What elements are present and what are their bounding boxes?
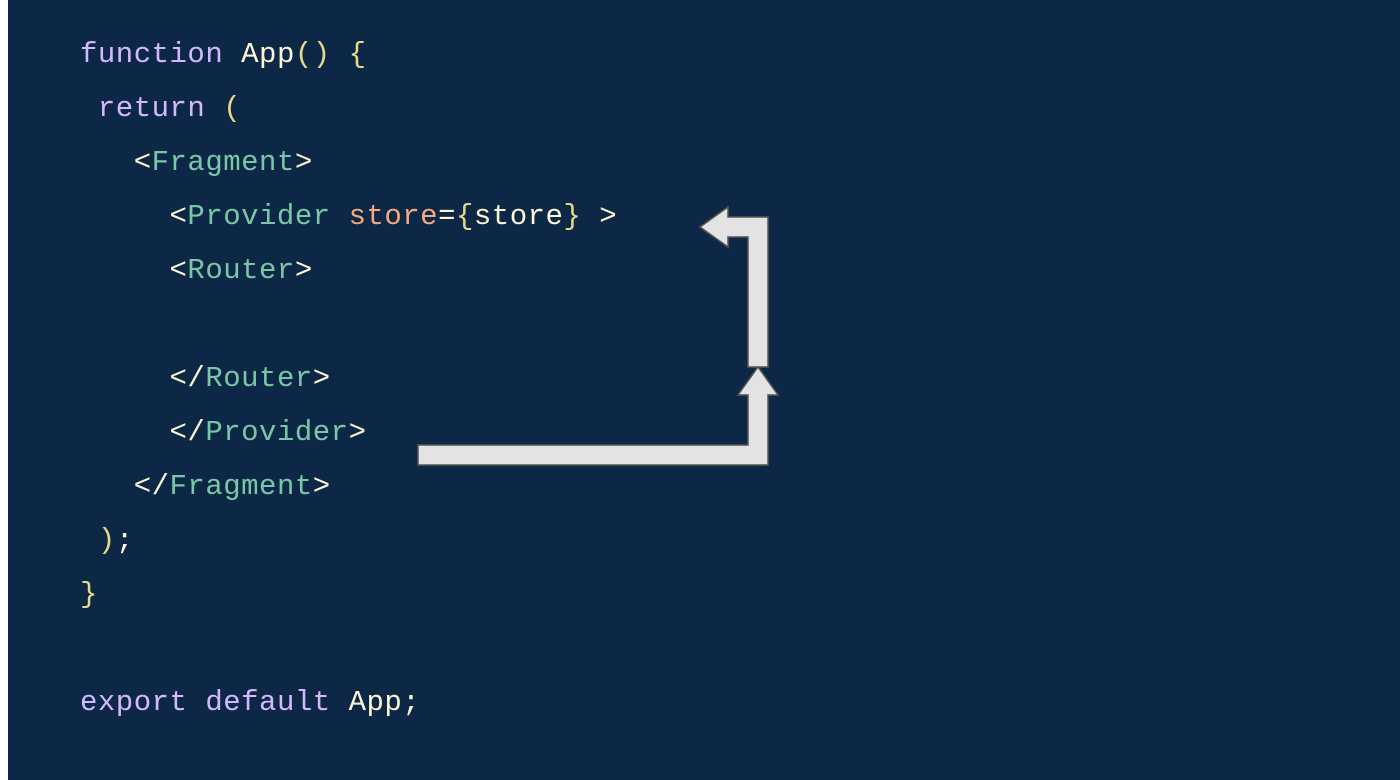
equals: = — [438, 200, 456, 233]
tag-open-bracket: < — [134, 146, 152, 179]
blank-line — [80, 622, 1400, 676]
code-line-9: </Fragment> — [80, 460, 1400, 514]
tag-open-bracket: < — [170, 254, 188, 287]
export-name: App — [349, 686, 403, 719]
code-editor: function App() { return ( <Fragment> <Pr… — [8, 0, 1400, 780]
parens: () — [295, 38, 331, 71]
tag-fragment-close: Fragment — [170, 470, 313, 503]
brace-close: } — [80, 578, 98, 611]
tag-close-bracket: > — [295, 146, 313, 179]
attr-store: store — [349, 200, 439, 233]
paren-close: ) — [98, 524, 116, 557]
code-line-10: ); — [80, 514, 1400, 568]
tag-close-bracket: > — [581, 200, 617, 233]
code-line-1: function App() { — [80, 28, 1400, 82]
tag-provider: Provider — [187, 200, 330, 233]
tag-close-bracket: > — [295, 254, 313, 287]
code-line-8: </Provider> — [80, 406, 1400, 460]
code-line-2: return ( — [80, 82, 1400, 136]
attr-value: store — [474, 200, 564, 233]
code-line-4: <Provider store={store} > — [80, 190, 1400, 244]
semicolon: ; — [402, 686, 420, 719]
semicolon: ; — [116, 524, 134, 557]
tag-router-close: Router — [205, 362, 312, 395]
keyword-function: function — [80, 38, 223, 71]
tag-close-bracket: > — [313, 470, 331, 503]
tag-fragment: Fragment — [152, 146, 295, 179]
brace-open: { — [331, 38, 367, 71]
tag-provider-close: Provider — [205, 416, 348, 449]
tag-close-bracket: > — [349, 416, 367, 449]
tag-open-bracket: </ — [170, 362, 206, 395]
paren-open: ( — [205, 92, 241, 125]
keyword-default: default — [205, 686, 330, 719]
brace-right: } — [563, 200, 581, 233]
function-name: App — [241, 38, 295, 71]
tag-router: Router — [187, 254, 294, 287]
tag-close-bracket: > — [313, 362, 331, 395]
tag-open-bracket: </ — [170, 416, 206, 449]
code-line-11: } — [80, 568, 1400, 622]
code-line-7: </Router> — [80, 352, 1400, 406]
brace-left: { — [456, 200, 474, 233]
code-line-3: <Fragment> — [80, 136, 1400, 190]
code-line-5: <Router> — [80, 244, 1400, 298]
tag-open-bracket: < — [170, 200, 188, 233]
keyword-export: export — [80, 686, 187, 719]
tag-open-bracket: </ — [134, 470, 170, 503]
code-line-13: export default App; — [80, 676, 1400, 730]
keyword-return: return — [98, 92, 205, 125]
blank-line — [80, 298, 1400, 352]
